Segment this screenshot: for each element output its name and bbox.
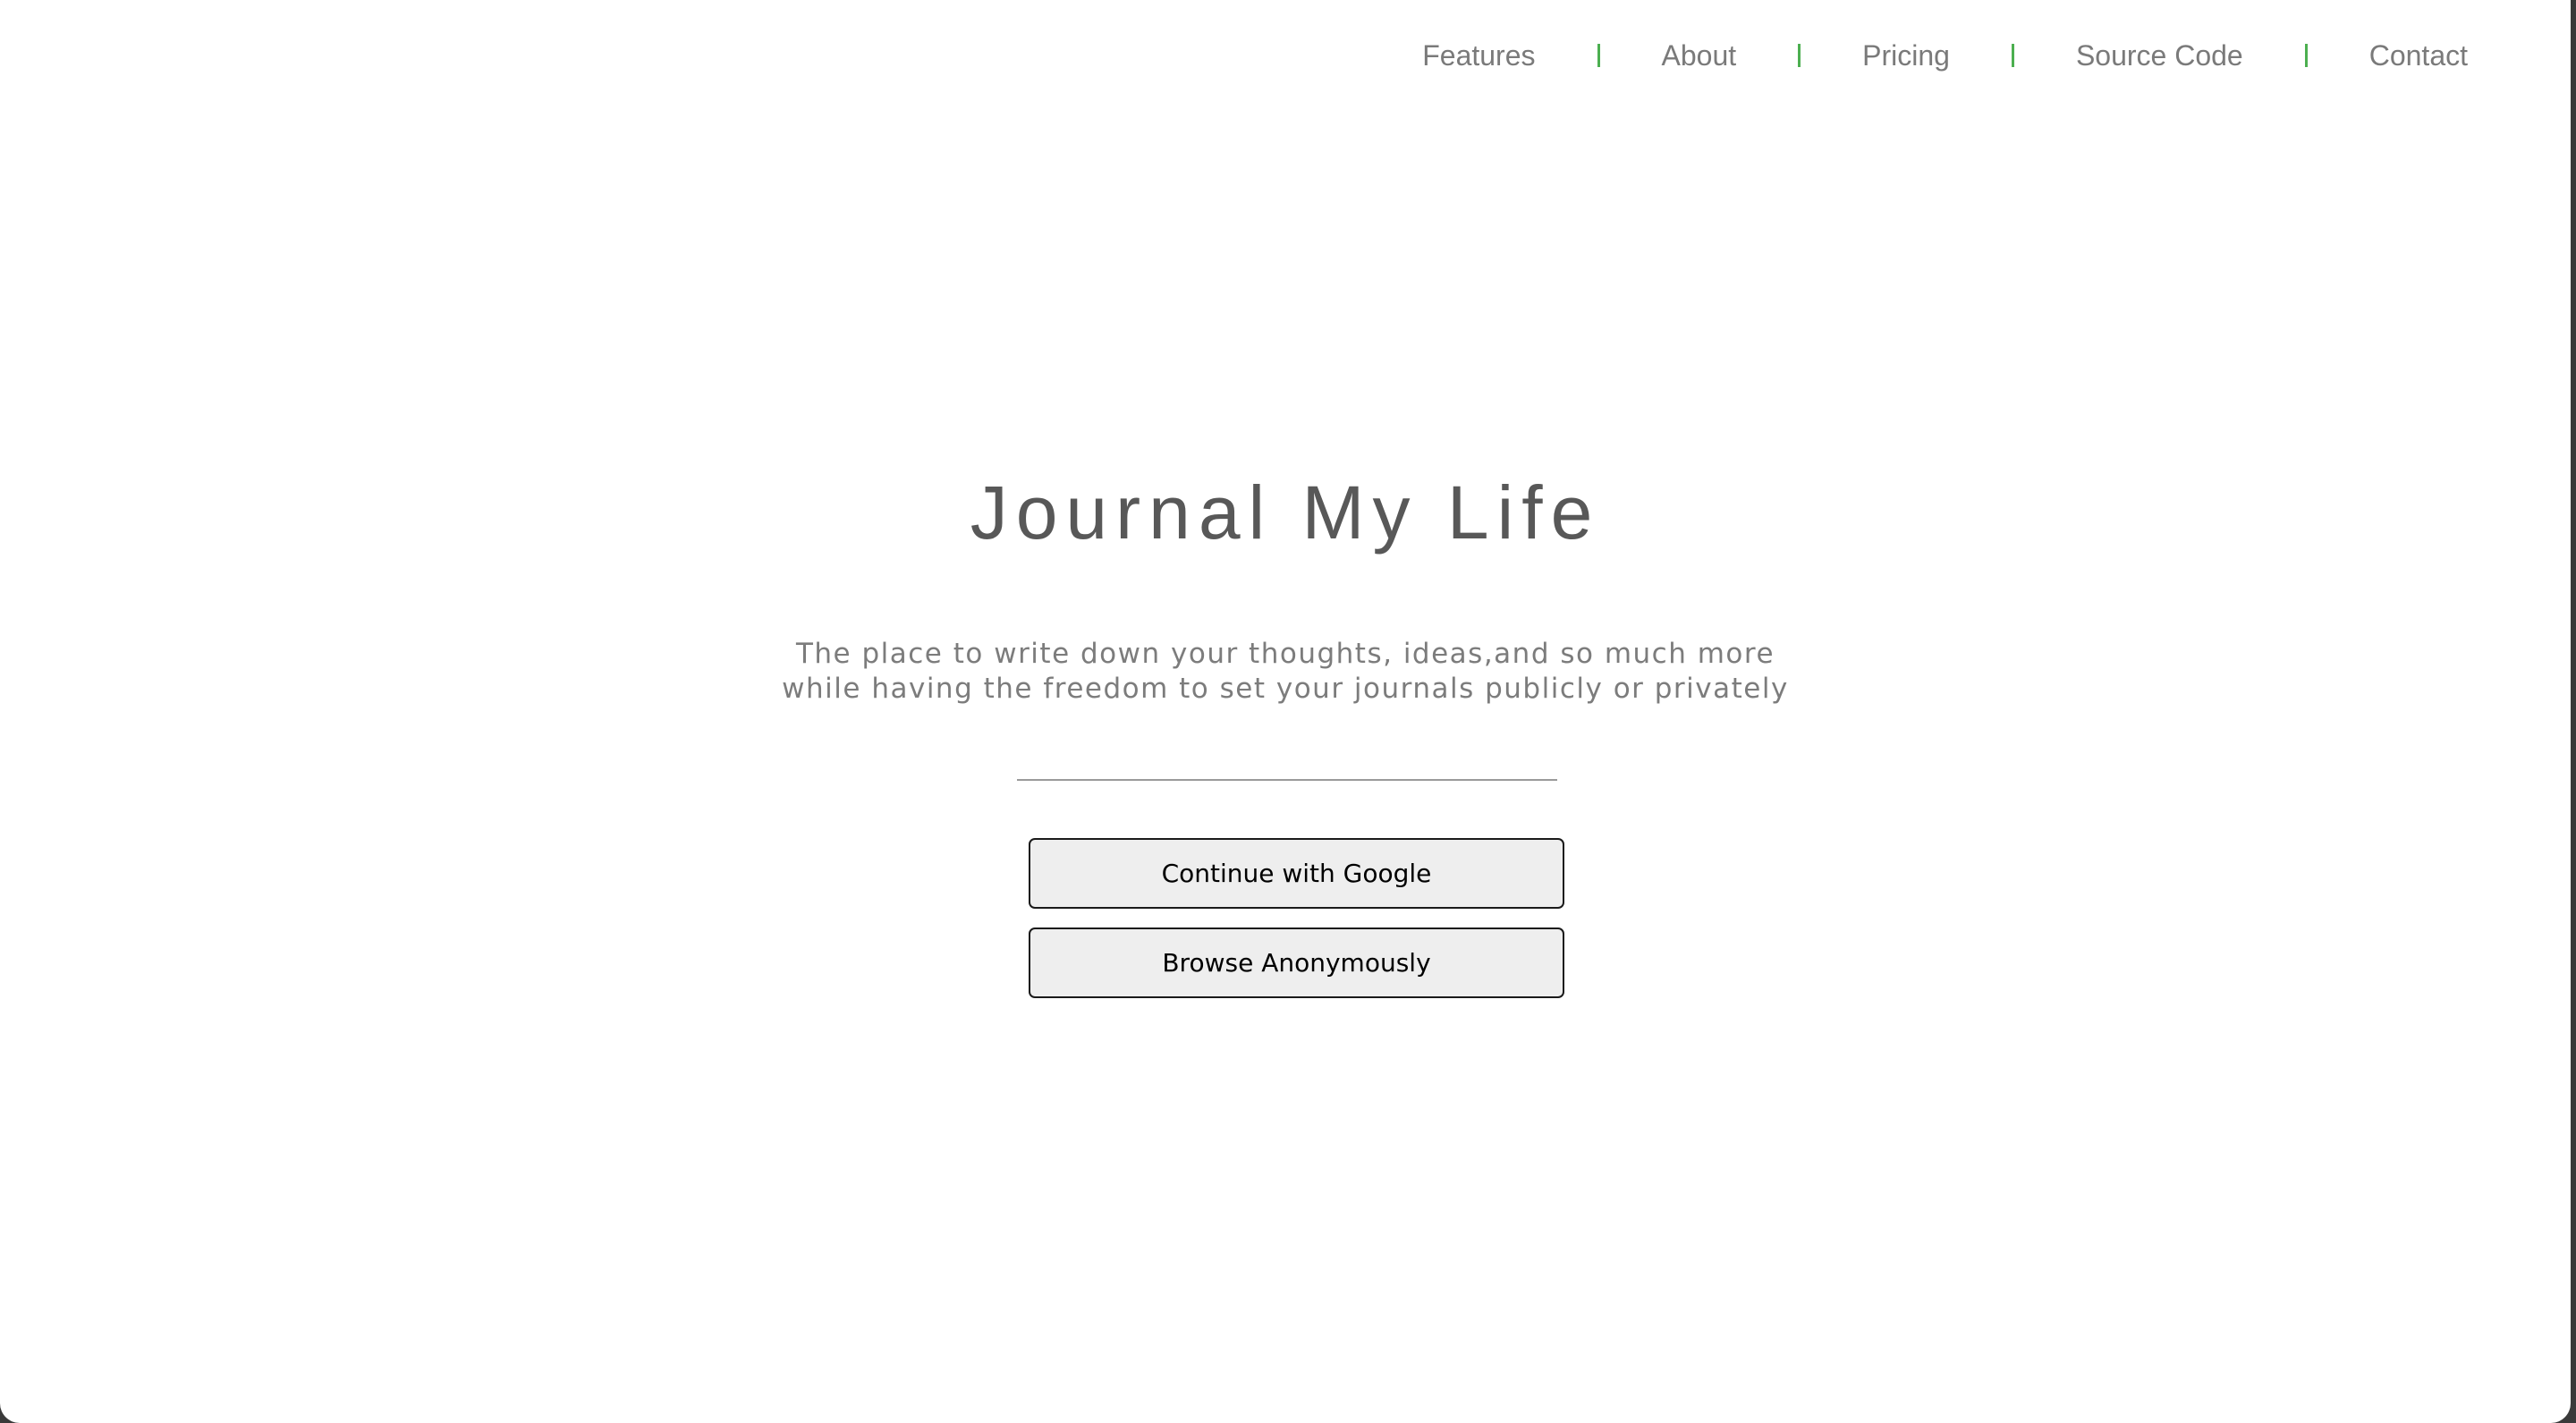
page-title: Journal My Life	[970, 470, 1601, 555]
subtitle-line-2: while having the freedom to set your jou…	[782, 673, 1789, 705]
browser-window: Features About Pricing Source Code Conta…	[0, 0, 2571, 1423]
browse-anonymously-button[interactable]: Browse Anonymously	[1029, 927, 1564, 998]
hero-divider	[1017, 779, 1557, 781]
page-subtitle: The place to write down your thoughts, i…	[0, 637, 2571, 707]
hero-section: Journal My Life The place to write down …	[0, 0, 2571, 1423]
continue-with-google-button[interactable]: Continue with Google	[1029, 838, 1564, 909]
subtitle-line-1: The place to write down your thoughts, i…	[795, 638, 1775, 670]
